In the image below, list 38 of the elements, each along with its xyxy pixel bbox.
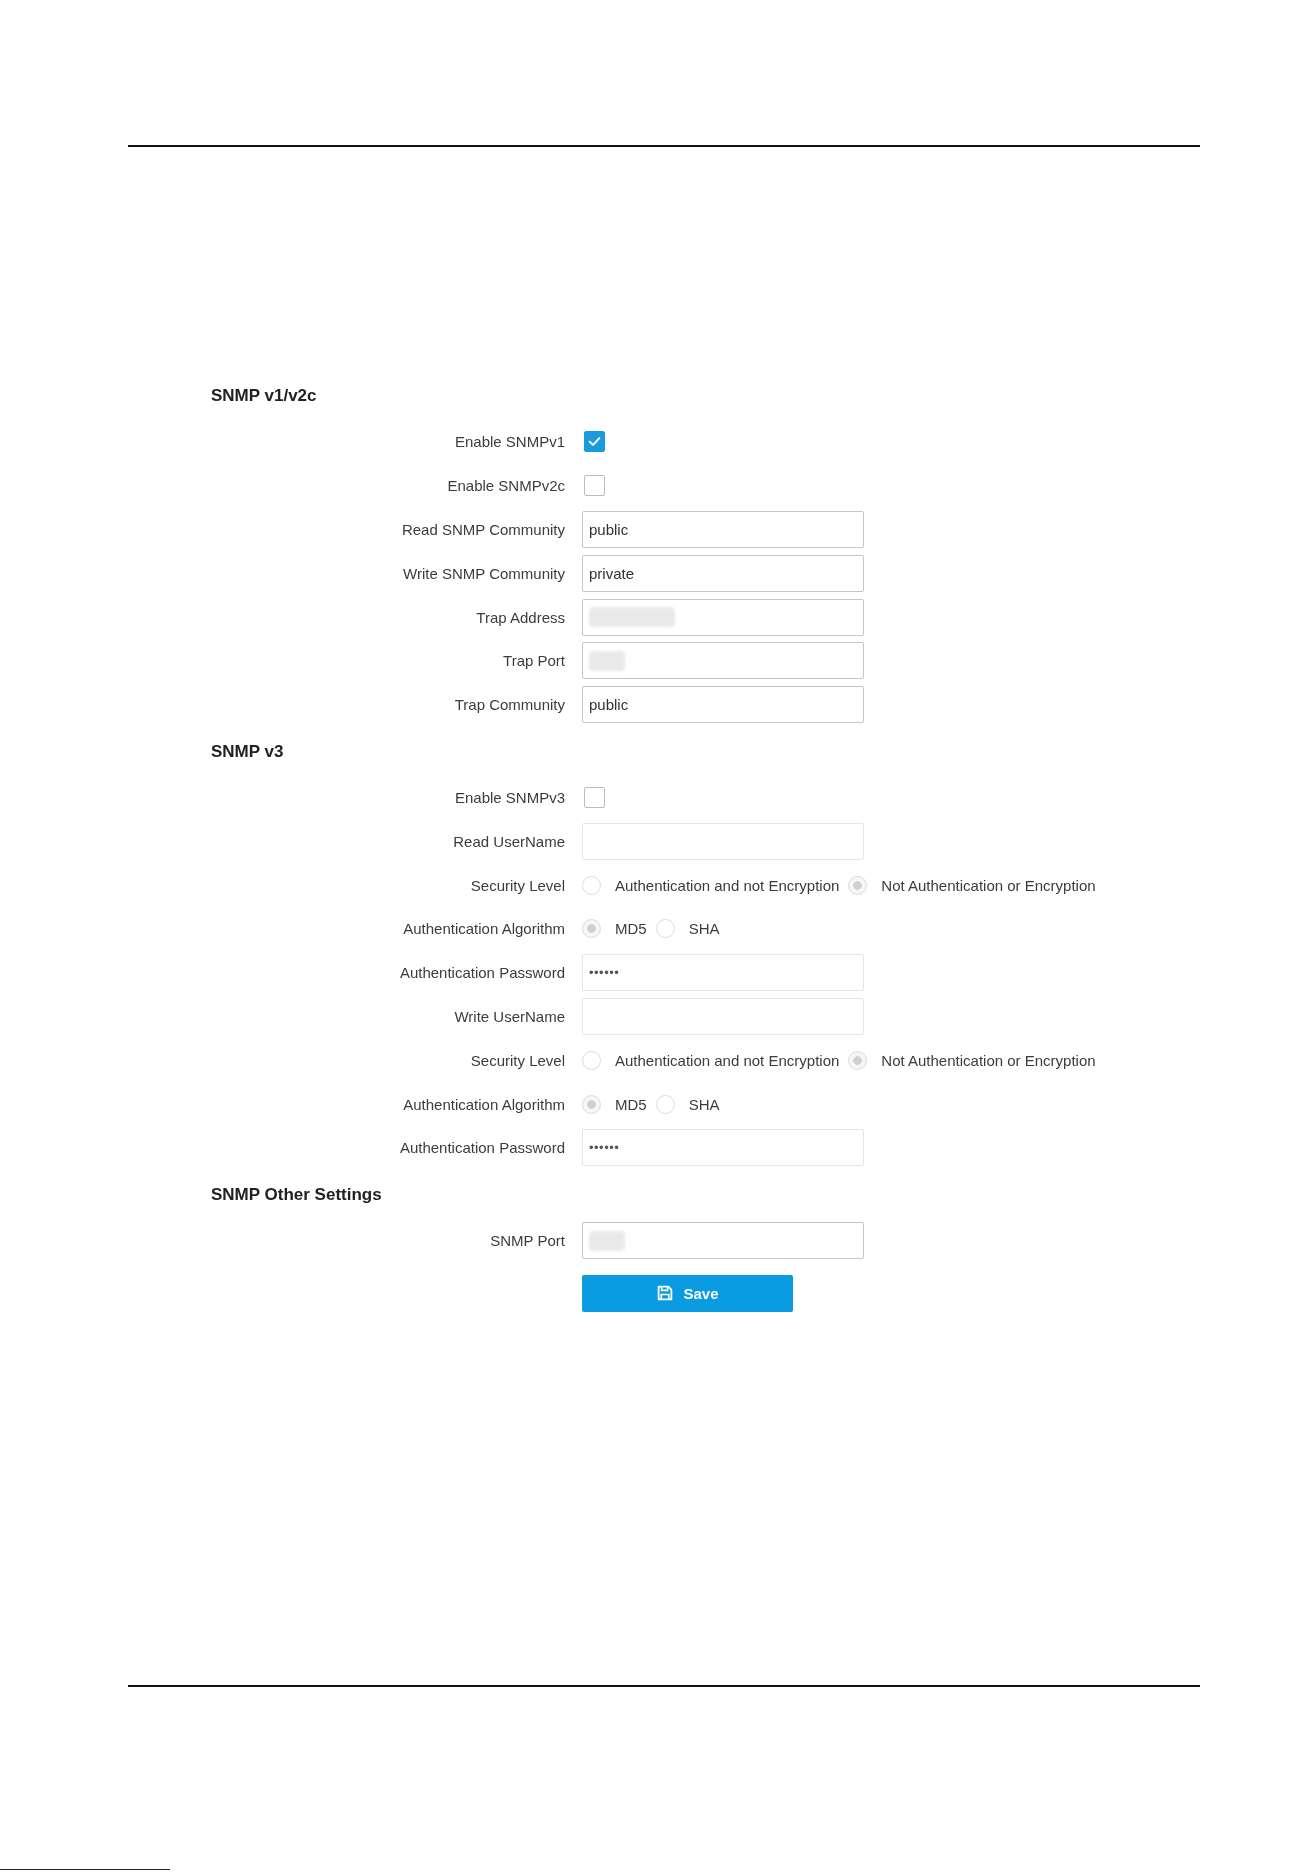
- field-label: Write UserName: [454, 1007, 565, 1025]
- checkbox[interactable]: [584, 786, 605, 808]
- checkbox[interactable]: [584, 475, 605, 497]
- field-label: Authentication Password: [399, 964, 565, 982]
- field-label: Read SNMP Community: [401, 521, 565, 538]
- option-label: SHA: [688, 920, 720, 938]
- section-heading: SNMP Other Settings: [211, 1183, 382, 1206]
- field-label: Read UserName: [453, 832, 565, 850]
- checkbox[interactable]: [584, 431, 605, 453]
- field-label: SNMP Port: [490, 1232, 565, 1250]
- text-field[interactable]: public: [582, 511, 864, 548]
- field-label: Trap Address: [476, 608, 565, 626]
- option-label: Not Authentication or Encryption: [881, 876, 1096, 894]
- section-heading: SNMP v3: [211, 740, 284, 763]
- field-label: Write SNMP Community: [403, 564, 565, 582]
- section-heading: SNMP v1/v2c: [211, 385, 317, 407]
- text-field[interactable]: public: [582, 686, 864, 724]
- option-label: Not Authentication or Encryption: [881, 1051, 1096, 1069]
- field-label: Enable SNMPv2c: [447, 477, 565, 495]
- port-field[interactable]: [582, 642, 864, 680]
- field-label: Authentication Algorithm: [403, 920, 565, 938]
- address-field[interactable]: [582, 598, 864, 636]
- option-label: SHA: [688, 1095, 720, 1113]
- field-label: Security Level: [470, 1051, 565, 1069]
- field-label: Authentication Password: [399, 1139, 565, 1157]
- text-field[interactable]: private: [582, 554, 864, 592]
- field-label: Trap Community: [454, 696, 565, 714]
- field-label: Trap Port: [503, 652, 565, 670]
- field-label: Enable SNMPv3: [454, 788, 565, 806]
- field-label: Enable SNMPv1: [454, 433, 565, 451]
- option-label: Authentication and not Encryption: [615, 876, 840, 894]
- option-label: Authentication and not Encryption: [615, 1051, 840, 1069]
- option-label: MD5: [615, 1095, 647, 1113]
- field-label: Authentication Algorithm: [403, 1095, 565, 1113]
- field-label: Security Level: [470, 876, 565, 894]
- port-field[interactable]: [582, 1222, 864, 1260]
- save-icon: [656, 1284, 675, 1303]
- option-label: MD5: [615, 920, 647, 938]
